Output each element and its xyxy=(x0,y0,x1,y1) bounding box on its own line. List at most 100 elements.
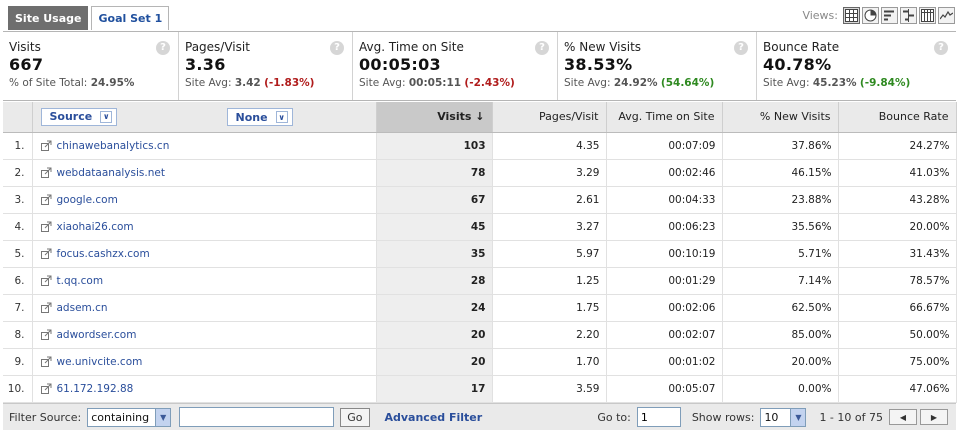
previous-page-button[interactable]: ◀ xyxy=(889,409,917,425)
bounce-rate-cell: 66.67% xyxy=(838,294,957,322)
help-icon[interactable]: ? xyxy=(156,41,170,55)
secondary-dimension-dropdown[interactable]: None ∨ xyxy=(226,108,293,126)
new-visits-cell: 23.88% xyxy=(722,186,839,214)
visits-cell: 17 xyxy=(376,375,493,403)
visits-cell: 67 xyxy=(376,186,493,214)
chevron-down-icon: ▼ xyxy=(155,408,171,426)
table-row: 8. adwordser.com 20 2.20 00:02:07 85.00% 50.00… xyxy=(3,321,957,349)
table-row: 7. adsem.cn 24 1.75 00:02:06 62.50% 66.67% xyxy=(3,294,957,322)
bounce-rate-cell: 75.00% xyxy=(838,348,957,376)
source-link[interactable]: webdataanalysis.net xyxy=(57,167,165,179)
table-header: Source ∨ None ∨ Visits ↓ Pages/Visit Avg. … xyxy=(3,102,957,133)
visits-cell: 24 xyxy=(376,294,493,322)
source-cell: 61.172.192.88 xyxy=(32,375,377,403)
source-link[interactable]: adwordser.com xyxy=(57,329,137,341)
external-link-icon[interactable] xyxy=(40,194,52,205)
column-header-visits[interactable]: Visits ↓ xyxy=(376,102,493,133)
pivot-view-icon[interactable] xyxy=(919,7,936,24)
pages-visit-cell: 1.25 xyxy=(492,267,607,295)
external-link-icon[interactable] xyxy=(40,329,52,340)
external-link-icon[interactable] xyxy=(40,383,52,394)
rows-per-page-select[interactable]: 10 ▼ xyxy=(760,407,807,427)
source-cell: focus.cashzx.com xyxy=(32,240,377,268)
source-link[interactable]: xiaohai26.com xyxy=(57,221,134,233)
source-link[interactable]: focus.cashzx.com xyxy=(57,248,150,260)
goto-page-input[interactable] xyxy=(636,407,681,427)
pages-visit-cell: 1.70 xyxy=(492,348,607,376)
avg-time-cell: 00:02:07 xyxy=(606,321,723,349)
bounce-rate-cell: 41.03% xyxy=(838,159,957,187)
avg-time-cell: 00:01:29 xyxy=(606,267,723,295)
source-link[interactable]: t.qq.com xyxy=(57,275,104,287)
next-page-button[interactable]: ▶ xyxy=(920,409,948,425)
visits-cell: 103 xyxy=(376,132,493,160)
metric-subtext: Site Avg: 45.23% (-9.84%) xyxy=(763,77,911,89)
pages-visit-cell: 3.27 xyxy=(492,213,607,241)
bounce-rate-cell: 50.00% xyxy=(838,321,957,349)
source-link[interactable]: we.univcite.com xyxy=(57,356,143,368)
help-icon[interactable]: ? xyxy=(734,41,748,55)
filter-go-button[interactable]: Go xyxy=(340,407,370,427)
performance-view-icon[interactable] xyxy=(881,7,898,24)
metric-title: Bounce Rate xyxy=(763,40,840,54)
metric-subtext: Site Avg: 3.42 (-1.83%) xyxy=(185,77,315,89)
filter-mode-select[interactable]: containing ▼ xyxy=(87,407,172,427)
source-link[interactable]: 61.172.192.88 xyxy=(57,383,134,395)
source-dimension-dropdown[interactable]: Source ∨ xyxy=(40,107,118,126)
tab-site-usage[interactable]: Site Usage xyxy=(8,6,89,30)
external-link-icon[interactable] xyxy=(40,221,52,232)
source-cell: google.com xyxy=(32,186,377,214)
help-icon[interactable]: ? xyxy=(934,41,948,55)
column-header-pages-visit[interactable]: Pages/Visit xyxy=(492,102,607,133)
visits-cell: 20 xyxy=(376,321,493,349)
external-link-icon[interactable] xyxy=(40,275,52,286)
source-cell: chinawebanalytics.cn xyxy=(32,132,377,160)
new-visits-cell: 62.50% xyxy=(722,294,839,322)
source-link[interactable]: chinawebanalytics.cn xyxy=(57,140,170,152)
column-header-avg-time[interactable]: Avg. Time on Site xyxy=(606,102,723,133)
row-index: 4. xyxy=(3,213,33,241)
visits-cell: 45 xyxy=(376,213,493,241)
table-row: 10. 61.172.192.88 17 3.59 00:05:07 0.00% 47.06… xyxy=(3,375,957,403)
external-link-icon[interactable] xyxy=(40,302,52,313)
pie-view-icon[interactable] xyxy=(862,7,879,24)
external-link-icon[interactable] xyxy=(40,248,52,259)
source-cell: we.univcite.com xyxy=(32,348,377,376)
source-cell: xiaohai26.com xyxy=(32,213,377,241)
new-visits-cell: 37.86% xyxy=(722,132,839,160)
tab-goal-set-1[interactable]: Goal Set 1 xyxy=(91,6,170,30)
help-icon[interactable]: ? xyxy=(330,41,344,55)
row-index: 1. xyxy=(3,132,33,160)
dimension-header: Source ∨ None ∨ xyxy=(32,102,377,133)
external-link-icon[interactable] xyxy=(40,140,52,151)
advanced-filter-link[interactable]: Advanced Filter xyxy=(385,411,483,424)
sparkline-view-icon[interactable] xyxy=(938,7,955,24)
external-link-icon[interactable] xyxy=(40,167,52,178)
source-link[interactable]: adsem.cn xyxy=(57,302,108,314)
metric-subtext: Site Avg: 24.92% (54.64%) xyxy=(564,77,715,89)
chevron-down-icon: ∨ xyxy=(275,111,288,123)
column-header-new-visits[interactable]: % New Visits xyxy=(722,102,839,133)
comparison-view-icon[interactable] xyxy=(900,7,917,24)
table-row: 4. xiaohai26.com 45 3.27 00:06:23 35.56% 20.00… xyxy=(3,213,957,241)
source-link[interactable]: google.com xyxy=(57,194,118,206)
avg-time-cell: 00:04:33 xyxy=(606,186,723,214)
row-index: 8. xyxy=(3,321,33,349)
table-row: 1. chinawebanalytics.cn 103 4.35 00:07:09 37.… xyxy=(3,132,957,160)
table-view-icon[interactable] xyxy=(843,7,860,24)
report-tabs: Site Usage Goal Set 1 xyxy=(8,6,170,30)
bounce-rate-cell: 78.57% xyxy=(838,267,957,295)
filter-input[interactable] xyxy=(179,407,335,427)
column-header-bounce-rate[interactable]: Bounce Rate xyxy=(838,102,957,133)
metric-delta: (-2.43%) xyxy=(464,77,515,89)
table-row: 3. google.com 67 2.61 00:04:33 23.88% 43.28% xyxy=(3,186,957,214)
external-link-icon[interactable] xyxy=(40,356,52,367)
report-table: Source ∨ None ∨ Visits ↓ Pages/Visit Avg. … xyxy=(3,102,957,403)
help-icon[interactable]: ? xyxy=(535,41,549,55)
row-index: 7. xyxy=(3,294,33,322)
pages-visit-cell: 1.75 xyxy=(492,294,607,322)
bounce-rate-cell: 31.43% xyxy=(838,240,957,268)
new-visits-cell: 5.71% xyxy=(722,240,839,268)
visits-cell: 20 xyxy=(376,348,493,376)
sort-arrow-icon: ↓ xyxy=(475,110,485,124)
